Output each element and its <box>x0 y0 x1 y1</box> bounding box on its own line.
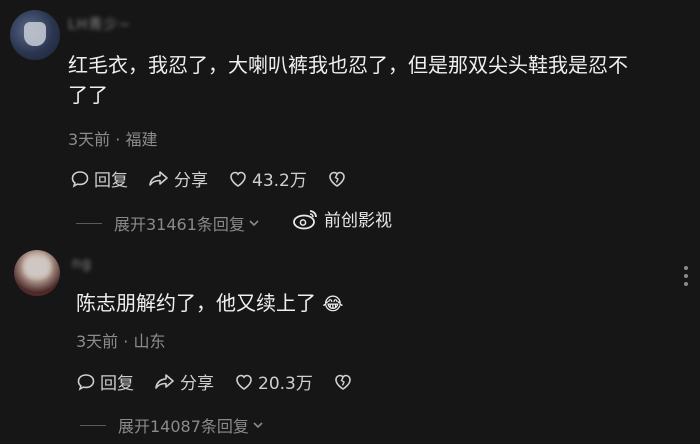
share-button[interactable]: 分享 <box>154 369 214 394</box>
comment-text: 陈志朋解约了，他又续上了 😂 <box>76 288 636 320</box>
heart-icon <box>230 171 246 187</box>
reply-label: 回复 <box>94 171 128 191</box>
watermark-text: 前创影视 <box>324 211 392 231</box>
laughing-emoji: 😂 <box>322 294 344 315</box>
meta-separator: · <box>115 130 121 149</box>
share-arrow-icon <box>149 170 168 186</box>
meta-separator: · <box>123 332 129 351</box>
broken-heart-icon <box>329 171 345 187</box>
broken-heart-icon <box>335 374 351 390</box>
heart-icon <box>236 374 252 390</box>
comment-actions: 回复 分享 43.2万 <box>70 166 371 191</box>
comment-text: 红毛衣，我忍了，大喇叭裤我也忍了，但是那双尖头鞋我是忍不了了 <box>68 53 628 107</box>
avatar[interactable] <box>10 10 60 60</box>
share-arrow-icon <box>155 373 174 389</box>
share-button[interactable]: 分享 <box>148 166 208 191</box>
more-options-icon[interactable] <box>684 266 688 290</box>
chevron-down-icon <box>253 422 263 429</box>
expand-replies-label: 展开31461条回复 <box>114 215 245 234</box>
comment-meta: 3天前 · 福建 <box>68 126 157 150</box>
watermark: 前创影视 <box>292 206 392 231</box>
comment-actions: 回复 分享 20.3万 <box>76 369 377 394</box>
comment-text-body: 陈志朋解约了，他又续上了 <box>76 291 316 315</box>
like-button[interactable]: 20.3万 <box>234 369 313 394</box>
weibo-icon <box>293 209 317 229</box>
dislike-button[interactable] <box>327 169 351 189</box>
comment-time: 3天前 <box>68 130 111 149</box>
reply-button[interactable]: 回复 <box>76 369 134 394</box>
expand-replies-label: 展开14087条回复 <box>118 417 249 436</box>
like-count: 43.2万 <box>252 171 307 191</box>
comment-username[interactable]: ng <box>72 256 92 272</box>
comment-bubble-icon <box>71 170 89 188</box>
comment-location: 山东 <box>133 332 166 351</box>
comment-location: 福建 <box>125 130 158 149</box>
comment-username[interactable]: LH青少~ <box>68 14 131 34</box>
expand-divider <box>80 424 106 426</box>
like-count: 20.3万 <box>258 374 313 394</box>
avatar[interactable] <box>14 250 60 296</box>
reply-label: 回复 <box>100 374 134 394</box>
chevron-down-icon <box>249 220 259 227</box>
expand-divider <box>76 222 102 224</box>
like-button[interactable]: 43.2万 <box>228 166 307 191</box>
expand-replies-link[interactable]: 展开31461条回复 <box>76 211 261 235</box>
comment-meta: 3天前 · 山东 <box>76 328 165 352</box>
expand-replies-link[interactable]: 展开14087条回复 <box>80 413 265 437</box>
comment-bubble-icon <box>77 373 95 391</box>
share-label: 分享 <box>174 171 208 191</box>
share-label: 分享 <box>180 374 214 394</box>
comment-time: 3天前 <box>76 332 119 351</box>
reply-button[interactable]: 回复 <box>70 166 128 191</box>
dislike-button[interactable] <box>333 372 357 392</box>
